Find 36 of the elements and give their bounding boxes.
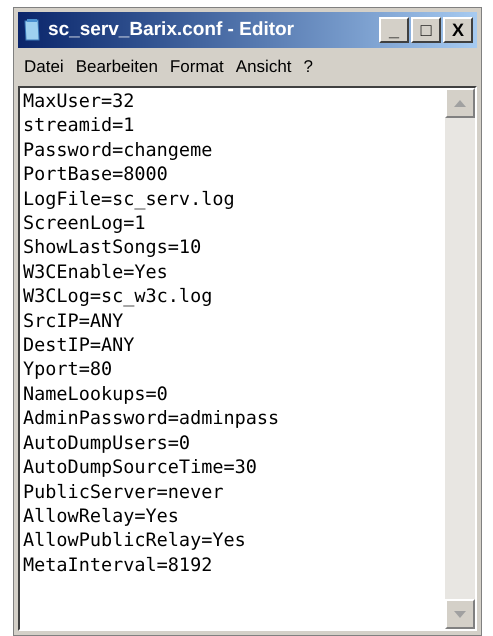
config-line: DestIP=ANY xyxy=(23,334,134,358)
menu-item[interactable]: Ansicht xyxy=(236,54,292,80)
config-line: PublicServer=never xyxy=(23,480,224,504)
notepad-icon xyxy=(22,18,42,42)
close-button[interactable]: X xyxy=(443,17,473,43)
maximize-button[interactable]: □ xyxy=(411,17,441,43)
config-line: Yport=80 xyxy=(23,358,112,382)
config-line: AutoDumpUsers=0 xyxy=(23,432,190,456)
config-line: AdminPassword=adminpass xyxy=(23,407,280,432)
config-line: LogFile=sc_serv.log xyxy=(23,188,235,212)
down-arrow-icon xyxy=(454,610,466,618)
window-title: sc_serv_Barix.conf - Editor xyxy=(48,18,296,42)
config-line: W3CEnable=Yes xyxy=(23,260,168,285)
config-line: PortBase=8000 xyxy=(23,163,168,188)
config-line: W3CLog=sc_w3c.log xyxy=(23,285,212,310)
config-line: Password=changeme xyxy=(23,138,212,163)
config-line: AllowRelay=Yes xyxy=(23,504,179,529)
minimize-button[interactable]: _ xyxy=(379,17,409,43)
config-line: ScreenLog=1 xyxy=(23,212,146,236)
config-line: AutoDumpSourceTime=30 xyxy=(23,456,257,480)
config-line: streamid=1 xyxy=(23,114,134,138)
text-area[interactable] xyxy=(18,86,477,631)
scroll-up-button[interactable] xyxy=(445,88,475,118)
menu-item[interactable]: Format xyxy=(170,54,224,80)
menu-item[interactable]: ? xyxy=(304,54,313,80)
scrollbar[interactable] xyxy=(445,88,475,629)
menu-item[interactable]: Bearbeiten xyxy=(76,54,158,80)
scroll-down-button[interactable] xyxy=(445,599,475,629)
config-line: MaxUser=32 xyxy=(23,90,134,114)
menu-item[interactable]: Datei xyxy=(24,54,64,80)
config-line: MetaInterval=8192 xyxy=(23,554,212,578)
config-line: NameLookups=0 xyxy=(23,382,168,407)
config-line: ShowLastSongs=10 xyxy=(23,236,202,260)
config-line: SrcIP=ANY xyxy=(23,310,124,334)
up-arrow-icon xyxy=(454,100,466,106)
config-line: AllowPublicRelay=Yes xyxy=(23,529,246,554)
